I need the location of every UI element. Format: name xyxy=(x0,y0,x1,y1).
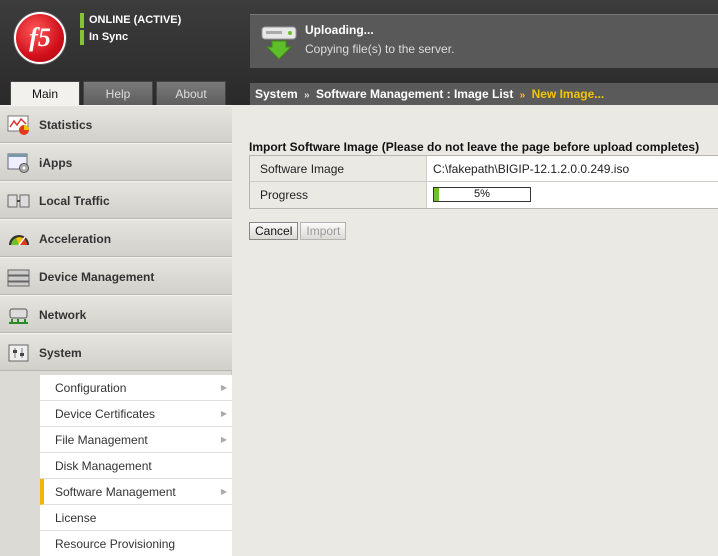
main-content: Import Software Image (Please do not lea… xyxy=(233,105,718,556)
chevron-right-icon: ▶ xyxy=(220,487,227,496)
sidebar-item-label: Device Management xyxy=(39,270,155,284)
breadcrumb-separator: » xyxy=(519,90,526,101)
breadcrumb-system[interactable]: System xyxy=(255,87,298,101)
upload-drive-icon xyxy=(261,26,297,60)
submenu-item-label: Device Certificates xyxy=(55,407,156,421)
sidebar-item-label: Statistics xyxy=(39,118,93,132)
local-traffic-icon xyxy=(7,194,30,208)
acceleration-icon xyxy=(9,235,29,246)
import-button[interactable]: Import xyxy=(300,222,347,240)
sidebar-item-statistics[interactable]: Statistics xyxy=(0,105,232,143)
tab-help[interactable]: Help xyxy=(83,81,153,105)
sidebar-item-label: iApps xyxy=(39,156,73,170)
iapps-icon xyxy=(7,153,29,173)
section-title: Import Software Image (Please do not lea… xyxy=(249,140,700,154)
system-submenu: Configuration ▶ Device Certificates ▶ File… xyxy=(40,375,232,556)
statistics-icon xyxy=(7,115,29,135)
device-management-icon xyxy=(7,269,30,287)
sidebar-item-label: Network xyxy=(39,308,87,322)
sidebar-item-iapps[interactable]: iApps xyxy=(0,143,232,181)
import-form-table: Software Image C:\fakepath\BIGIP-12.1.2.… xyxy=(249,155,718,209)
header-bar: f5 ONLINE (ACTIVE) In Sync Main Help Abo… xyxy=(0,0,718,106)
sidebar-item-acceleration[interactable]: Acceleration xyxy=(0,219,232,257)
upload-progress-bar: 5% xyxy=(433,187,531,202)
submenu-item-disk-management[interactable]: Disk Management xyxy=(40,453,232,479)
table-row: Progress 5% xyxy=(250,182,718,208)
progress-text: 5% xyxy=(474,188,490,200)
breadcrumb: System » Software Management : Image Lis… xyxy=(250,83,718,105)
sidebar-item-local-traffic[interactable]: Local Traffic xyxy=(0,181,232,219)
sidebar-item-label: System xyxy=(39,346,82,360)
sidebar-item-network[interactable]: Network xyxy=(0,295,232,333)
logo-text: f5 xyxy=(29,23,51,52)
submenu-item-device-certificates[interactable]: Device Certificates ▶ xyxy=(40,401,232,427)
submenu-item-label: License xyxy=(55,511,97,525)
chevron-right-icon: ▶ xyxy=(220,409,227,418)
submenu-item-label: Software Management xyxy=(55,485,176,499)
tab-main[interactable]: Main xyxy=(10,81,80,106)
status-online: ONLINE (ACTIVE) xyxy=(80,13,181,28)
form-buttons: Cancel Import xyxy=(249,222,348,240)
tab-about[interactable]: About xyxy=(156,81,226,105)
chevron-right-icon: ▶ xyxy=(220,383,227,392)
submenu-item-configuration[interactable]: Configuration ▶ xyxy=(40,375,232,401)
submenu-item-label: Disk Management xyxy=(55,459,152,473)
system-icon xyxy=(8,344,29,362)
sidebar: Statistics iApps Local Traffic Accelerat… xyxy=(0,105,232,556)
breadcrumb-separator: » xyxy=(304,90,310,101)
submenu-item-label: Configuration xyxy=(55,381,127,395)
submenu-item-label: File Management xyxy=(55,433,148,447)
upload-title: Uploading... xyxy=(305,23,374,37)
submenu-item-file-management[interactable]: File Management ▶ xyxy=(40,427,232,453)
submenu-item-software-management[interactable]: Software Management ▶ xyxy=(40,479,232,505)
submenu-item-label: Resource Provisioning xyxy=(55,537,176,551)
chevron-right-icon: ▶ xyxy=(220,435,227,444)
upload-status-panel: Uploading... Copying file(s) to the serv… xyxy=(250,14,718,68)
submenu-item-license[interactable]: License xyxy=(40,505,232,531)
status-sync: In Sync xyxy=(80,30,128,45)
cancel-button[interactable]: Cancel xyxy=(249,222,299,240)
f5-logo[interactable]: f5 xyxy=(14,12,66,64)
progress-label: Progress xyxy=(250,182,427,208)
table-row: Software Image C:\fakepath\BIGIP-12.1.2.… xyxy=(250,156,718,182)
upload-subtitle: Copying file(s) to the server. xyxy=(305,42,455,56)
breadcrumb-current: New Image... xyxy=(531,87,605,101)
breadcrumb-image-list[interactable]: Software Management : Image List xyxy=(316,87,513,101)
sidebar-item-label: Local Traffic xyxy=(39,194,110,208)
sidebar-item-system[interactable]: System xyxy=(0,333,232,371)
network-icon xyxy=(9,308,28,324)
sidebar-item-device-management[interactable]: Device Management xyxy=(0,257,232,295)
submenu-item-resource-provisioning[interactable]: Resource Provisioning xyxy=(40,531,232,556)
software-image-value: C:\fakepath\BIGIP-12.1.2.0.0.249.iso xyxy=(427,156,718,181)
sidebar-item-label: Acceleration xyxy=(39,232,112,246)
progress-cell: 5% xyxy=(427,182,718,208)
software-image-label: Software Image xyxy=(250,156,427,181)
